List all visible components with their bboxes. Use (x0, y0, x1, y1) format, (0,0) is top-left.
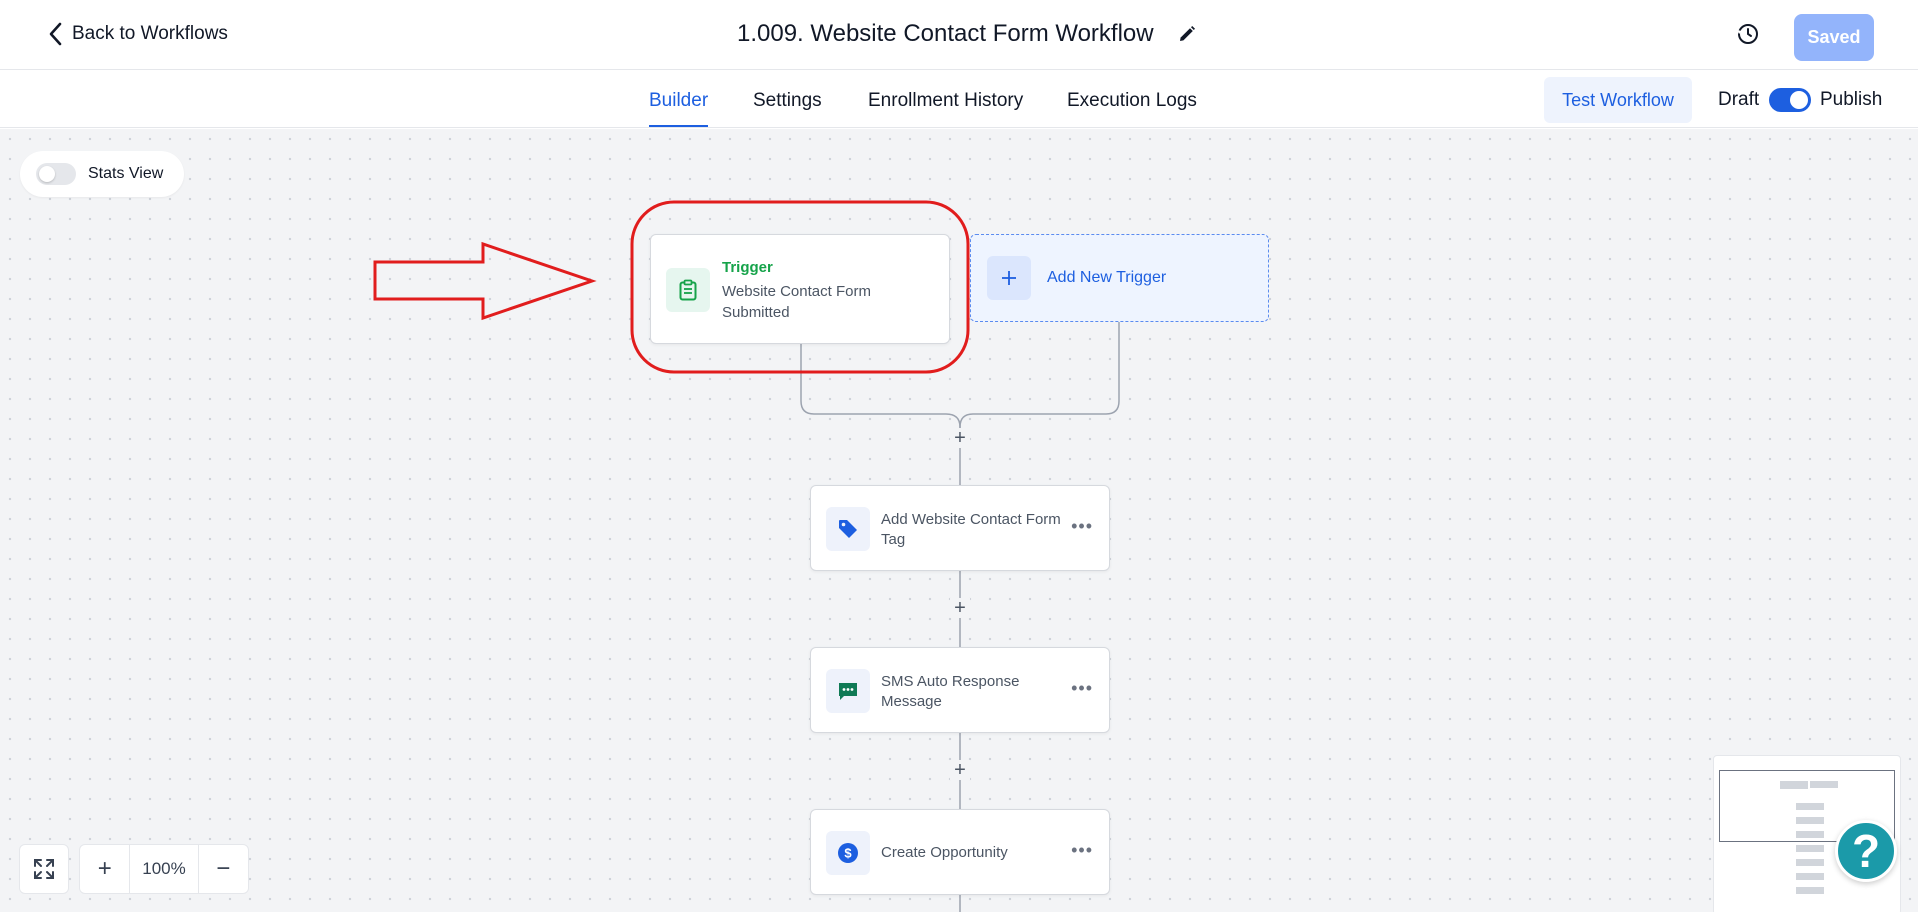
dollar-icon: $ (826, 831, 870, 875)
help-button[interactable]: ? (1835, 820, 1897, 882)
add-step-button[interactable]: + (950, 760, 970, 780)
workflow-canvas[interactable]: Stats View Trigger Website Contact Form … (0, 129, 1918, 912)
stats-view-toggle[interactable] (36, 163, 76, 185)
svg-text:$: $ (844, 846, 852, 861)
more-options-icon[interactable]: ••• (1071, 516, 1093, 537)
publish-label: Publish (1820, 89, 1883, 110)
step-node-add-tag[interactable]: Add Website Contact Form Tag ••• (810, 485, 1110, 571)
tab-bar: Builder Settings Enrollment History Exec… (0, 70, 1918, 128)
expand-icon (34, 859, 54, 879)
saved-button[interactable]: Saved (1794, 14, 1874, 61)
trigger-title: Trigger (722, 259, 773, 276)
step-label: Add Website Contact Form Tag (881, 511, 1061, 548)
publish-toggle[interactable] (1769, 88, 1811, 112)
zoom-out-button[interactable]: − (199, 845, 248, 893)
step-node-create-opportunity[interactable]: $ Create Opportunity ••• (810, 809, 1110, 895)
plus-icon (987, 256, 1031, 300)
stats-view-toggle-card[interactable]: Stats View (20, 151, 184, 197)
tab-enrollment-history[interactable]: Enrollment History (868, 90, 1023, 112)
chevron-left-icon (49, 22, 62, 46)
active-tab-indicator (649, 125, 708, 127)
annotation-arrow (373, 241, 597, 321)
edit-pencil-icon[interactable] (1178, 25, 1196, 43)
zoom-controls: + 100% − (79, 844, 249, 894)
test-workflow-button[interactable]: Test Workflow (1544, 77, 1692, 123)
trigger-subtitle: Website Contact Form Submitted (722, 283, 871, 321)
zoom-level: 100% (129, 845, 199, 893)
fit-view-button[interactable] (19, 844, 69, 894)
draft-label: Draft (1718, 89, 1760, 110)
add-new-trigger-button[interactable]: Add New Trigger (970, 234, 1269, 322)
step-label: SMS Auto Response Message (881, 673, 1020, 710)
back-to-workflows-link[interactable]: Back to Workflows (48, 22, 228, 46)
step-node-sms[interactable]: SMS Auto Response Message ••• (810, 647, 1110, 733)
more-options-icon[interactable]: ••• (1071, 840, 1093, 861)
workflow-title: 1.009. Website Contact Form Workflow (737, 20, 1154, 47)
tab-builder[interactable]: Builder (649, 90, 708, 112)
zoom-in-button[interactable]: + (80, 845, 129, 893)
top-bar: Back to Workflows 1.009. Website Contact… (0, 0, 1918, 70)
more-options-icon[interactable]: ••• (1071, 678, 1093, 699)
tab-settings[interactable]: Settings (753, 90, 822, 112)
step-label: Create Opportunity (881, 844, 1008, 861)
clipboard-icon (666, 268, 710, 312)
add-new-trigger-label: Add New Trigger (1047, 269, 1167, 286)
add-step-button[interactable]: + (950, 598, 970, 618)
sms-icon (826, 669, 870, 713)
trigger-node[interactable]: Trigger Website Contact Form Submitted (650, 234, 950, 344)
tab-execution-logs[interactable]: Execution Logs (1067, 90, 1197, 112)
stats-view-label: Stats View (88, 165, 164, 182)
history-icon[interactable] (1736, 22, 1760, 51)
back-label: Back to Workflows (72, 23, 228, 44)
add-step-button[interactable]: + (950, 428, 970, 448)
tag-icon (826, 507, 870, 551)
